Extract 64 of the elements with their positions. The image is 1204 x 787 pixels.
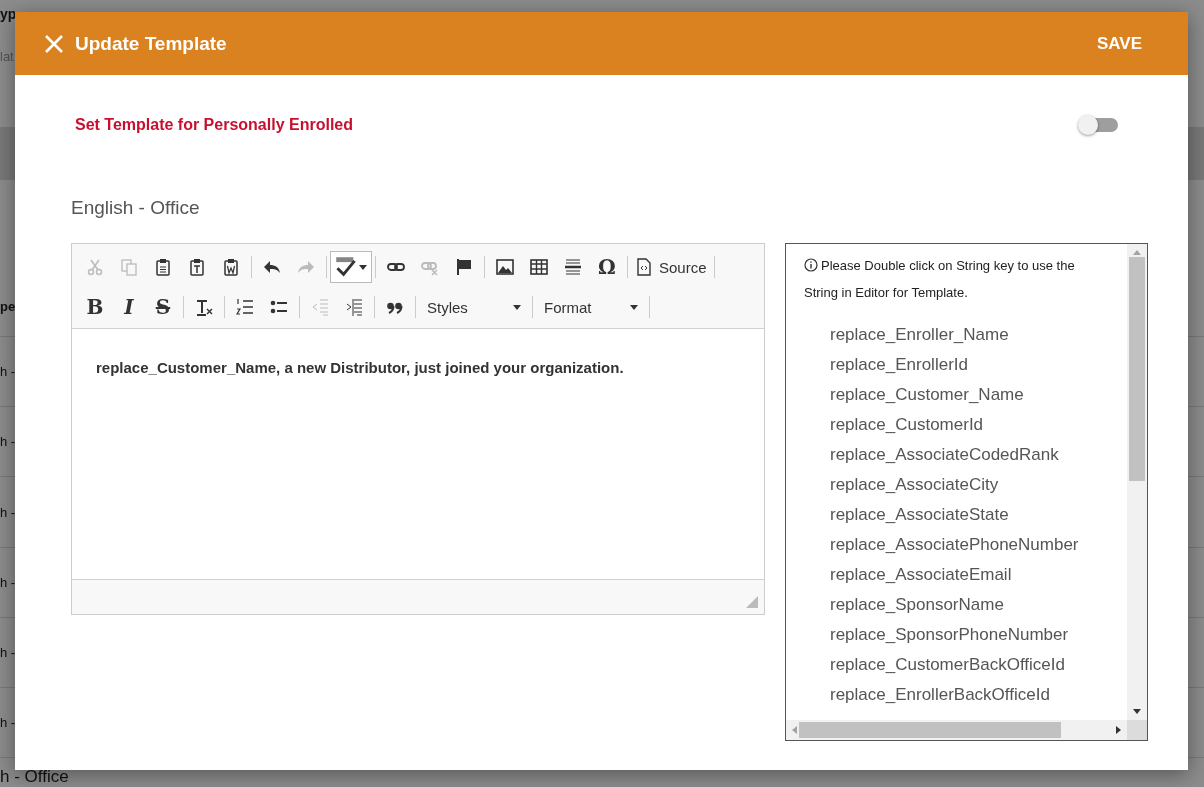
string-key[interactable]: replace_Enroller_Name <box>830 320 1109 350</box>
caret-icon <box>630 304 638 310</box>
horizontal-line-icon <box>564 258 582 276</box>
string-key[interactable]: replace_EnrollerBackOfficeId <box>830 680 1109 710</box>
section-title: English - Office <box>71 197 201 219</box>
dropdown[interactable]: Styles <box>419 298 529 316</box>
resize-grip-icon[interactable] <box>746 596 758 608</box>
horizontal-scrollbar[interactable] <box>786 720 1127 740</box>
info-icon <box>804 258 818 272</box>
clear-format-icon <box>195 298 213 316</box>
string-key[interactable]: replace_SponsorName <box>830 590 1109 620</box>
table-icon <box>530 258 548 276</box>
caret-icon <box>359 264 367 270</box>
table-cell: h - <box>0 715 16 731</box>
string-key[interactable]: replace_Customer_Name <box>830 380 1109 410</box>
indent-icon <box>345 298 363 316</box>
string-key[interactable]: replace_AssociateEmail <box>830 560 1109 590</box>
vertical-scrollbar[interactable] <box>1127 244 1147 720</box>
close-button[interactable] <box>43 32 65 55</box>
flag-icon <box>455 258 473 276</box>
string-key[interactable]: replace_AssociateCity <box>830 470 1109 500</box>
dialog-title: Update Template <box>75 32 228 55</box>
string-key[interactable]: replace_CustomerId <box>830 410 1109 440</box>
bulleted-list-icon <box>270 298 288 316</box>
string-key[interactable]: replace_AssociateCodedRank <box>830 440 1109 470</box>
rich-text-editor[interactable]: Ω Source B I S Styles Format replace_Customer_Name, a new Distributor, just joined your organization. <box>71 243 765 615</box>
string-key[interactable]: replace_AssociateState <box>830 500 1109 530</box>
toggle-label: Set Template for Personally Enrolled <box>75 116 353 134</box>
table-cell: h - <box>0 644 16 660</box>
spellcheck-button[interactable] <box>330 251 372 283</box>
string-key[interactable]: replace_EnrollerId <box>830 350 1109 380</box>
scrollbar-corner <box>1127 720 1147 740</box>
string-key[interactable]: replace_CustomerBackOfficeId <box>830 650 1109 680</box>
scroll-down-icon[interactable] <box>1133 709 1141 714</box>
format-button[interactable]: Ω <box>590 252 624 282</box>
string-key[interactable]: replace_SponsorPhoneNumber <box>830 620 1109 650</box>
clipboard-icon <box>154 258 172 276</box>
outdent-icon <box>311 298 329 316</box>
table-cell: h - <box>0 574 16 590</box>
redo-icon <box>297 258 315 276</box>
table-cell: h - <box>0 364 16 380</box>
scroll-right-icon[interactable] <box>1116 726 1121 734</box>
format-button[interactable]: S <box>146 292 180 322</box>
cut-icon <box>86 258 104 276</box>
table-cell: h - <box>0 504 16 520</box>
copy-icon <box>120 258 138 276</box>
dropdown[interactable]: Format <box>536 298 646 316</box>
caret-icon <box>513 304 521 310</box>
image-icon <box>496 258 514 276</box>
table-cell: h - Office <box>0 767 69 787</box>
editor-text: replace_Customer_Name, a new Distributor, just joined your organization. <box>96 359 624 376</box>
format-button[interactable]: B <box>78 292 112 322</box>
clipboard-icon <box>222 258 240 276</box>
hint-text: Please Double click on String key to use the String in Editor for Template. <box>804 257 1076 302</box>
string-key[interactable]: replace_AssociatePhoneNumber <box>830 530 1109 560</box>
table-cell: h - <box>0 434 16 450</box>
clipboard-icon <box>188 258 206 276</box>
column-header: pe <box>0 299 16 315</box>
source-button[interactable]: Source <box>631 252 711 282</box>
spellcheck-icon <box>335 256 357 278</box>
close-icon <box>43 32 65 55</box>
source-icon <box>635 258 653 276</box>
format-button[interactable]: I <box>112 292 146 322</box>
numbered-list-icon <box>236 298 254 316</box>
